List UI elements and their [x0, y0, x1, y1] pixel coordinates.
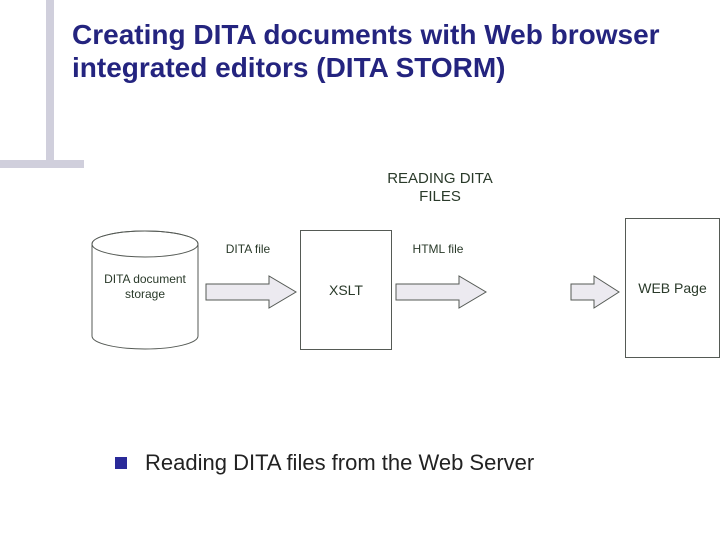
diagram-heading-line2: FILES	[419, 188, 461, 205]
arrow2-label: HTML file	[403, 242, 473, 256]
arrow-icon	[395, 275, 487, 309]
box-xslt: XSLT	[300, 230, 392, 350]
arrow-icon	[205, 275, 297, 309]
arrow-icon	[570, 275, 620, 309]
storage-label-line1: DITA document	[104, 272, 186, 286]
bullet-text: Reading DITA files from the Web Server	[145, 450, 534, 476]
cylinder-storage-icon: DITA document storage	[90, 230, 200, 350]
storage-label-line2: storage	[125, 287, 165, 301]
slide: Creating DITA documents with Web browser…	[0, 0, 720, 540]
slide-title: Creating DITA documents with Web browser…	[72, 18, 672, 84]
bullet-row: Reading DITA files from the Web Server	[115, 450, 534, 476]
diagram-heading-line1: READING DITA	[387, 170, 493, 187]
cylinder-storage-label: DITA document storage	[90, 272, 200, 302]
diagram-reading-dita-files: READING DITA FILES DITA document storage…	[70, 170, 680, 380]
arrow1-label: DITA file	[218, 242, 278, 256]
box-web-page-label: WEB Page	[638, 280, 706, 296]
decoration-vertical-bar	[46, 0, 54, 168]
bullet-square-icon	[115, 457, 127, 469]
box-xslt-label: XSLT	[329, 282, 363, 298]
decoration-horizontal-bar	[0, 160, 84, 168]
box-web-page: WEB Page	[625, 218, 720, 358]
diagram-heading: READING DITA FILES	[350, 170, 530, 206]
